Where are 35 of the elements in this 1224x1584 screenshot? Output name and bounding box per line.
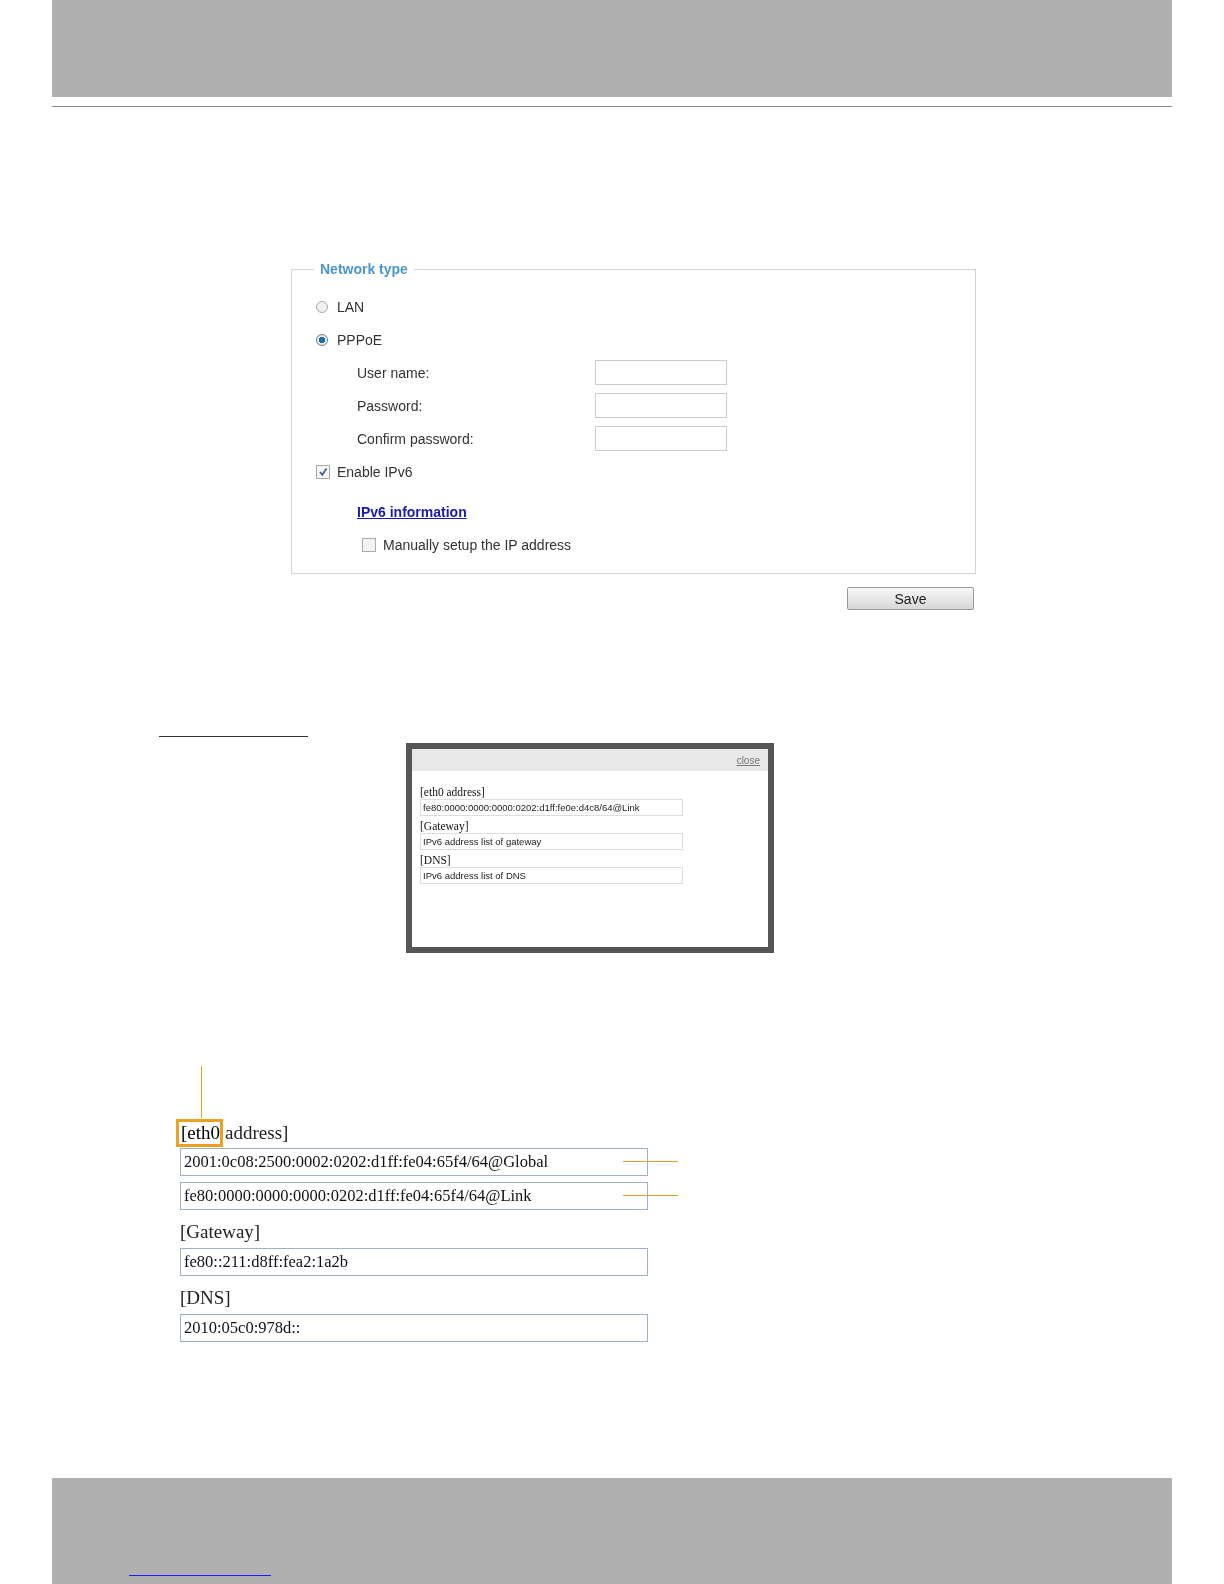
ipv6-information-link[interactable]: IPv6 information [357, 503, 467, 520]
input-field[interactable] [595, 393, 727, 418]
address-field: 2010:05c0:978d:: [180, 1314, 648, 1342]
field-label: Password: [357, 397, 424, 414]
close-link[interactable]: close [736, 754, 760, 766]
address-field: IPv6 address list of DNS [420, 867, 683, 884]
checkbox[interactable] [362, 537, 376, 552]
section-heading: [eth0 address] [420, 785, 486, 799]
save-button[interactable]: Save [847, 587, 974, 610]
field-label: User name: [357, 364, 431, 381]
leader-line [623, 1161, 678, 1162]
section-heading: [Gateway] [420, 819, 470, 833]
leader-line [201, 1066, 202, 1118]
option-label: PPPoE [337, 331, 383, 348]
address-field: IPv6 address list of gateway [420, 833, 683, 850]
address-field: fe80:0000:0000:0000:0202:d1ff:fe04:65f4/64@Link [180, 1182, 648, 1210]
checkbox-label: Manually setup the IP address [383, 536, 572, 553]
field-label: Confirm password: [357, 430, 475, 447]
input-field[interactable] [595, 360, 727, 385]
address-field: 2001:0c08:2500:0002:0202:d1ff:fe04:65f4/64@Global [180, 1148, 648, 1176]
section-heading: [DNS] [179, 1286, 232, 1310]
address-field: fe80::211:d8ff:fea2:1a2b [180, 1248, 648, 1276]
section-heading: [Gateway] [179, 1220, 262, 1244]
section-heading: [DNS] [420, 853, 452, 867]
input-field[interactable] [595, 426, 727, 451]
checkbox[interactable] [316, 464, 330, 479]
section-heading: address] [224, 1122, 289, 1144]
leader-line [623, 1195, 678, 1196]
option-label: LAN [337, 298, 365, 315]
address-field: fe80:0000:0000:0000:0202:d1ff:fe0e:d4c8/64@Link [420, 799, 683, 816]
radio-button[interactable] [316, 300, 328, 313]
highlighted-label: [eth0 [176, 1119, 224, 1147]
checkbox-label: Enable IPv6 [337, 463, 413, 480]
radio-button[interactable] [316, 333, 328, 346]
panel-title: Network type [314, 261, 414, 277]
